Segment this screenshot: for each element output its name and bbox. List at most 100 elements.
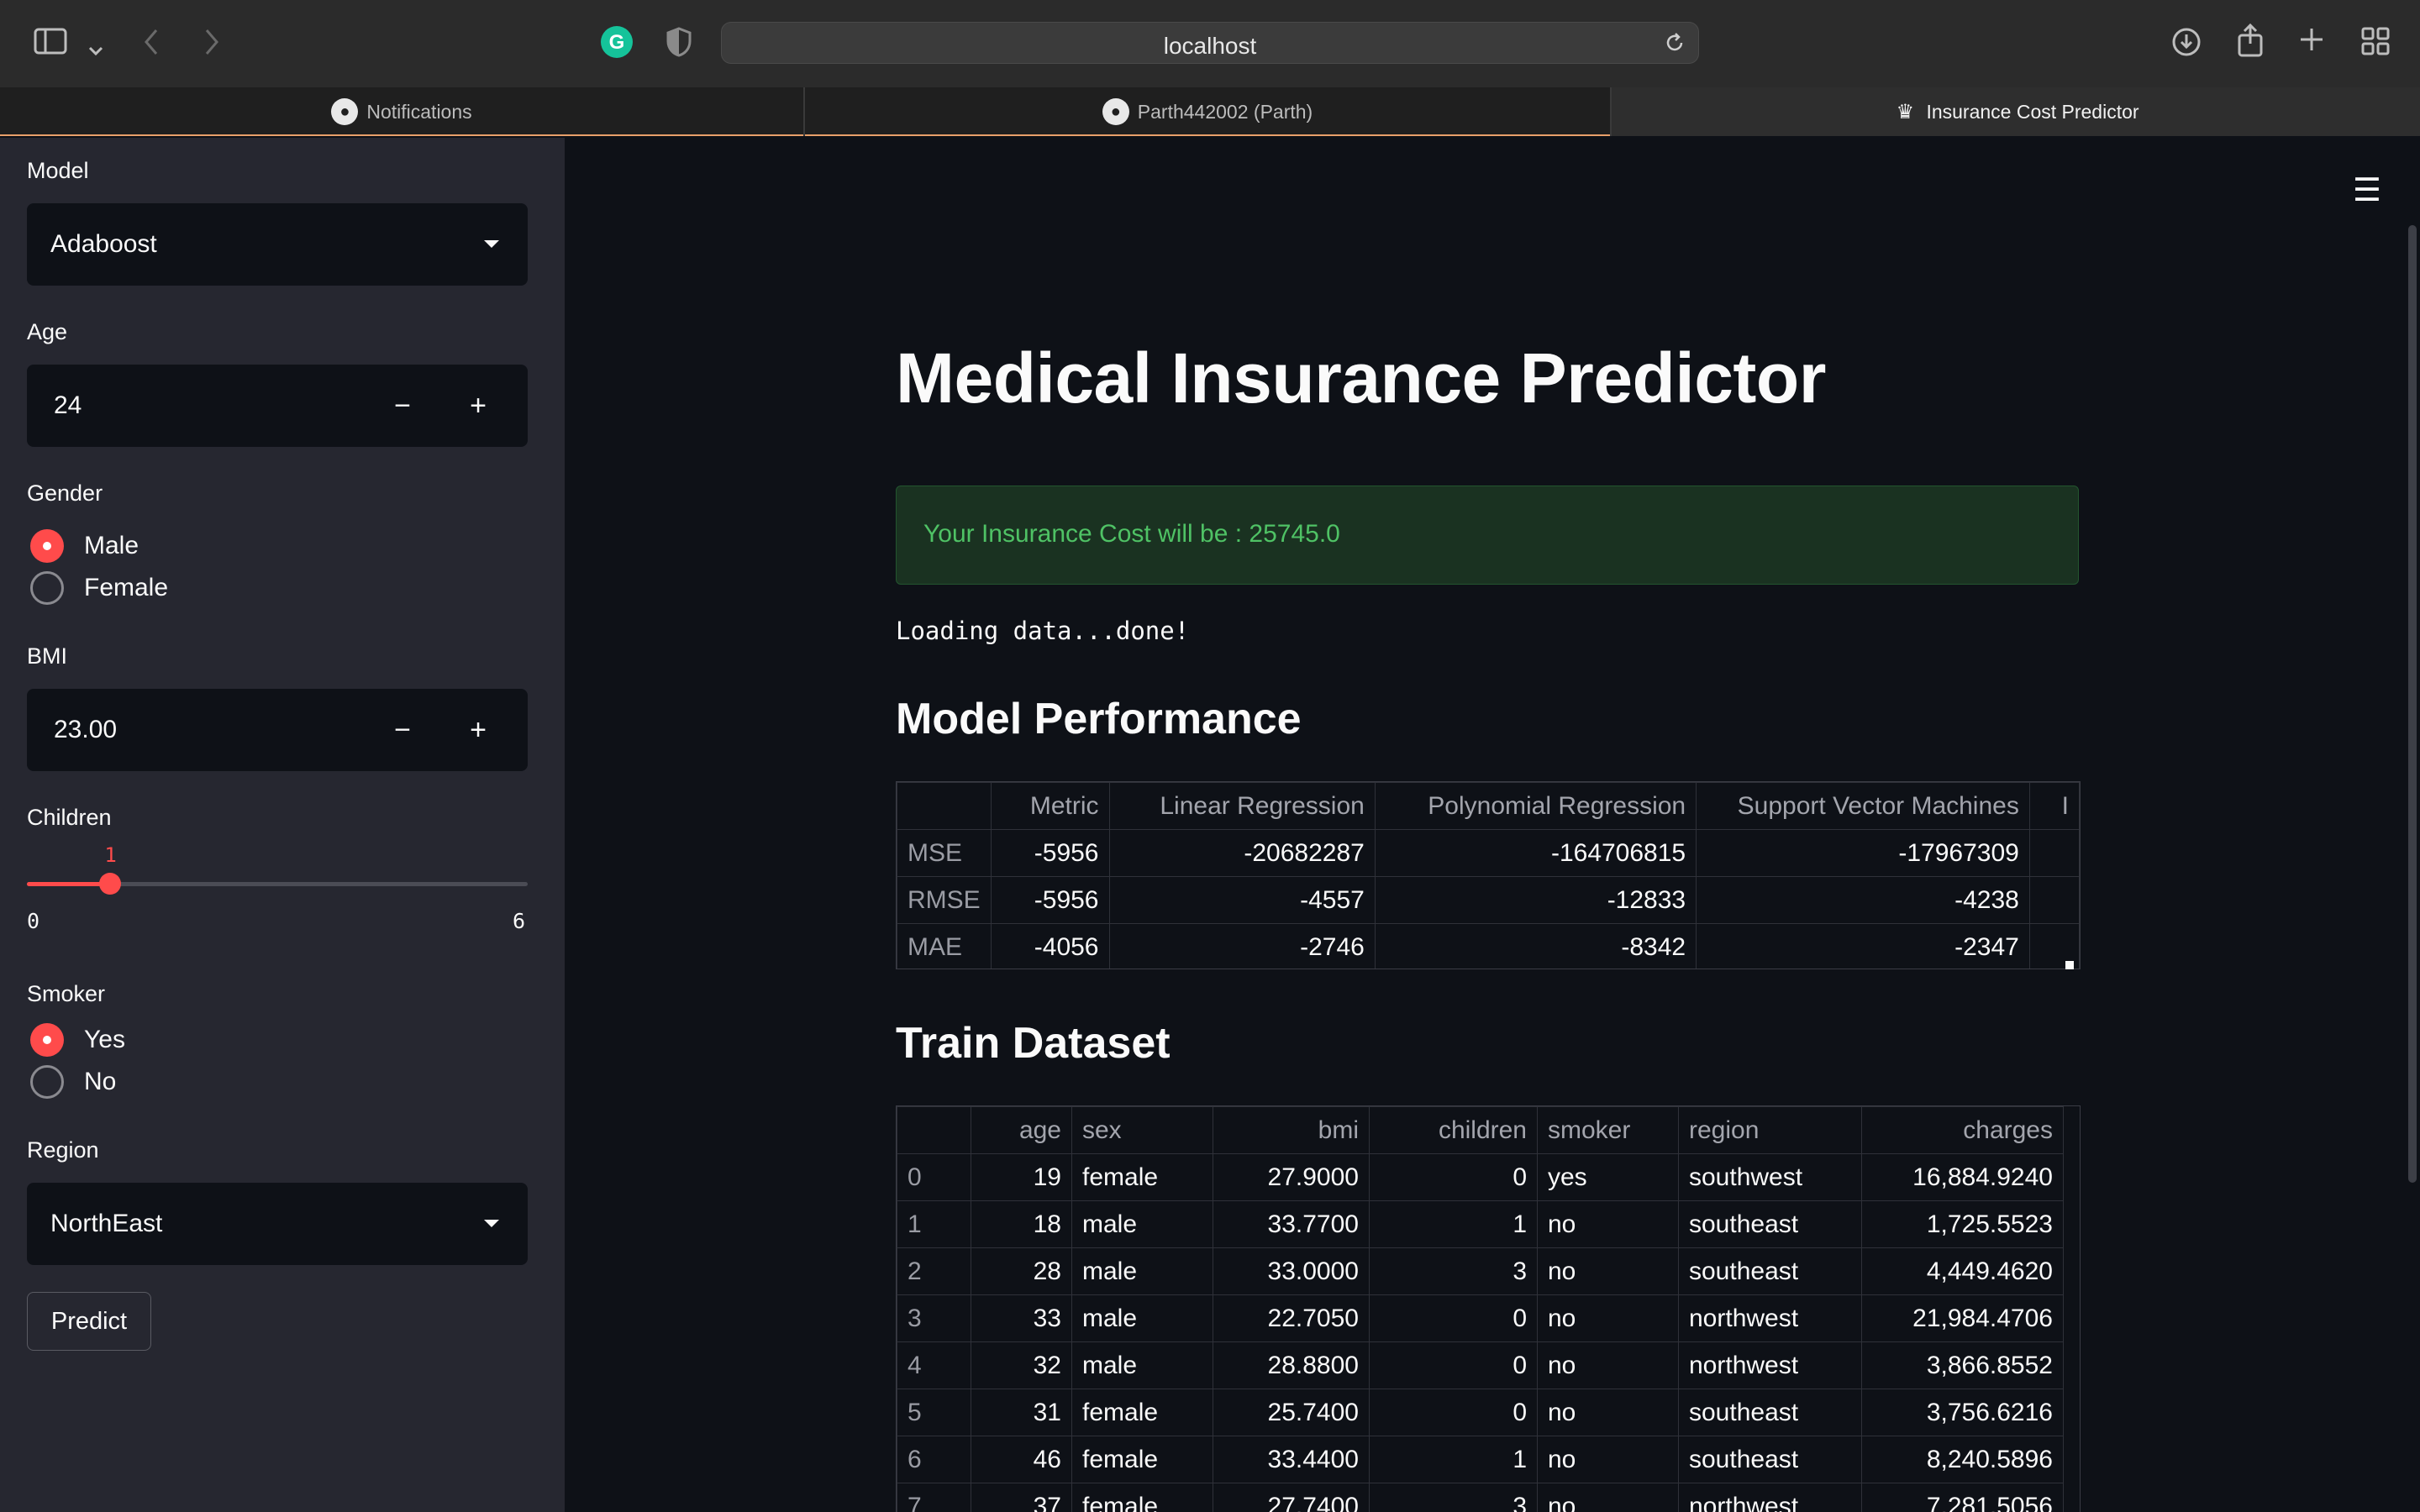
table-cell[interactable]: -164706815: [1374, 829, 1697, 877]
table-cell[interactable]: 32: [971, 1341, 1072, 1389]
smoker-option-yes[interactable]: Yes: [30, 1023, 125, 1057]
table-cell[interactable]: 27.9000: [1213, 1153, 1370, 1201]
table-cell[interactable]: northwest: [1678, 1483, 1862, 1512]
performance-column-header[interactable]: Polynomial Regression: [1374, 782, 1697, 830]
age-number-input[interactable]: 24 − +: [27, 365, 528, 447]
table-cell[interactable]: 2: [897, 1247, 971, 1295]
table-cell[interactable]: -20682287: [1108, 829, 1376, 877]
table-cell[interactable]: 4: [897, 1341, 971, 1389]
tab-overview-icon[interactable]: [2361, 27, 2390, 60]
scrollbar[interactable]: [2408, 225, 2417, 1183]
table-cell[interactable]: 5: [897, 1389, 971, 1436]
smoker-option-no[interactable]: No: [30, 1065, 116, 1099]
age-decrement-button[interactable]: −: [365, 365, 440, 447]
table-cell[interactable]: southeast: [1678, 1389, 1862, 1436]
table-cell[interactable]: -12833: [1374, 876, 1697, 924]
performance-column-header[interactable]: Support Vector Machines: [1696, 782, 2030, 830]
table-cell[interactable]: 37: [971, 1483, 1072, 1512]
table-cell[interactable]: 22.7050: [1213, 1294, 1370, 1342]
table-cell[interactable]: male: [1071, 1247, 1213, 1295]
performance-table[interactable]: Metric Linear Regression Polynomial Regres…: [896, 781, 2081, 969]
table-cell[interactable]: male: [1071, 1341, 1213, 1389]
forward-icon[interactable]: [202, 27, 222, 62]
table-cell[interactable]: female: [1071, 1389, 1213, 1436]
table-cell[interactable]: 28: [971, 1247, 1072, 1295]
performance-column-header[interactable]: I: [2028, 782, 2080, 830]
table-cell[interactable]: female: [1071, 1483, 1213, 1512]
table-cell[interactable]: 3: [1369, 1247, 1538, 1295]
tab-notifications[interactable]: ● Notifications: [0, 87, 805, 136]
radio-selected-icon[interactable]: [30, 529, 64, 563]
address-bar[interactable]: localhost: [721, 22, 1699, 64]
table-cell[interactable]: 25.7400: [1213, 1389, 1370, 1436]
train-dataset-table[interactable]: age sex bmi children smoker region charges 0 19…: [896, 1105, 2081, 1512]
table-cell[interactable]: RMSE: [897, 876, 992, 924]
table-cell[interactable]: [2028, 829, 2080, 877]
region-select[interactable]: NorthEast: [27, 1183, 528, 1265]
grammarly-icon[interactable]: G: [600, 25, 634, 64]
gender-option-female[interactable]: Female: [30, 571, 168, 605]
reload-icon[interactable]: [1663, 31, 1686, 59]
table-cell[interactable]: female: [1071, 1153, 1213, 1201]
table-cell[interactable]: no: [1537, 1341, 1679, 1389]
tab-insurance-cost-predictor[interactable]: ♛ Insurance Cost Predictor: [1612, 87, 2420, 136]
train-column-header[interactable]: sex: [1071, 1106, 1213, 1154]
table-cell[interactable]: no: [1537, 1247, 1679, 1295]
table-cell[interactable]: 18: [971, 1200, 1072, 1248]
gender-option-male[interactable]: Male: [30, 529, 139, 563]
slider-handle[interactable]: [99, 873, 122, 895]
age-value[interactable]: 24: [54, 391, 82, 420]
table-cell[interactable]: northwest: [1678, 1294, 1862, 1342]
table-cell[interactable]: 7,281.5056: [1861, 1483, 2064, 1512]
train-column-header[interactable]: region: [1678, 1106, 1862, 1154]
table-cell[interactable]: 8,240.5896: [1861, 1436, 2064, 1483]
table-cell[interactable]: 1: [1369, 1436, 1538, 1483]
table-cell[interactable]: -2746: [1108, 923, 1376, 969]
train-column-header[interactable]: charges: [1861, 1106, 2064, 1154]
train-column-header[interactable]: smoker: [1537, 1106, 1679, 1154]
downloads-icon[interactable]: [2171, 27, 2202, 62]
age-increment-button[interactable]: +: [440, 365, 516, 447]
table-cell[interactable]: 16,884.9240: [1861, 1153, 2064, 1201]
sidebar-toggle-icon[interactable]: [34, 27, 67, 60]
table-cell[interactable]: southeast: [1678, 1200, 1862, 1248]
model-select[interactable]: Adaboost: [27, 203, 528, 286]
table-cell[interactable]: 19: [971, 1153, 1072, 1201]
table-cell[interactable]: northwest: [1678, 1341, 1862, 1389]
table-cell[interactable]: 0: [1369, 1341, 1538, 1389]
performance-column-header[interactable]: [897, 782, 992, 830]
bmi-increment-button[interactable]: +: [440, 689, 516, 771]
privacy-shield-icon[interactable]: [666, 27, 692, 62]
table-cell[interactable]: no: [1537, 1294, 1679, 1342]
table-cell[interactable]: male: [1071, 1200, 1213, 1248]
table-cell[interactable]: 0: [897, 1153, 971, 1201]
table-cell[interactable]: MAE: [897, 923, 992, 969]
table-cell[interactable]: -5956: [990, 829, 1110, 877]
table-cell[interactable]: -5956: [990, 876, 1110, 924]
table-cell[interactable]: -17967309: [1696, 829, 2030, 877]
table-cell[interactable]: 28.8800: [1213, 1341, 1370, 1389]
table-cell[interactable]: 1: [1369, 1200, 1538, 1248]
hamburger-menu-icon[interactable]: ☰: [2353, 171, 2381, 209]
table-cell[interactable]: 33: [971, 1294, 1072, 1342]
table-cell[interactable]: 31: [971, 1389, 1072, 1436]
table-cell[interactable]: no: [1537, 1200, 1679, 1248]
table-cell[interactable]: -4238: [1696, 876, 2030, 924]
table-cell[interactable]: 4,449.4620: [1861, 1247, 2064, 1295]
table-cell[interactable]: no: [1537, 1389, 1679, 1436]
table-cell[interactable]: no: [1537, 1436, 1679, 1483]
table-cell[interactable]: 1: [897, 1200, 971, 1248]
tab-parth-profile[interactable]: ● Parth442002 (Parth): [805, 87, 1612, 136]
table-cell[interactable]: 46: [971, 1436, 1072, 1483]
bmi-decrement-button[interactable]: −: [365, 689, 440, 771]
table-cell[interactable]: 3,756.6216: [1861, 1389, 2064, 1436]
back-icon[interactable]: [141, 27, 161, 62]
table-cell[interactable]: female: [1071, 1436, 1213, 1483]
table-cell[interactable]: 7: [897, 1483, 971, 1512]
table-cell[interactable]: -8342: [1374, 923, 1697, 969]
table-cell[interactable]: southwest: [1678, 1153, 1862, 1201]
table-cell[interactable]: -4557: [1108, 876, 1376, 924]
train-column-header[interactable]: age: [971, 1106, 1072, 1154]
bmi-number-input[interactable]: 23.00 − +: [27, 689, 528, 771]
table-cell[interactable]: 27.7400: [1213, 1483, 1370, 1512]
